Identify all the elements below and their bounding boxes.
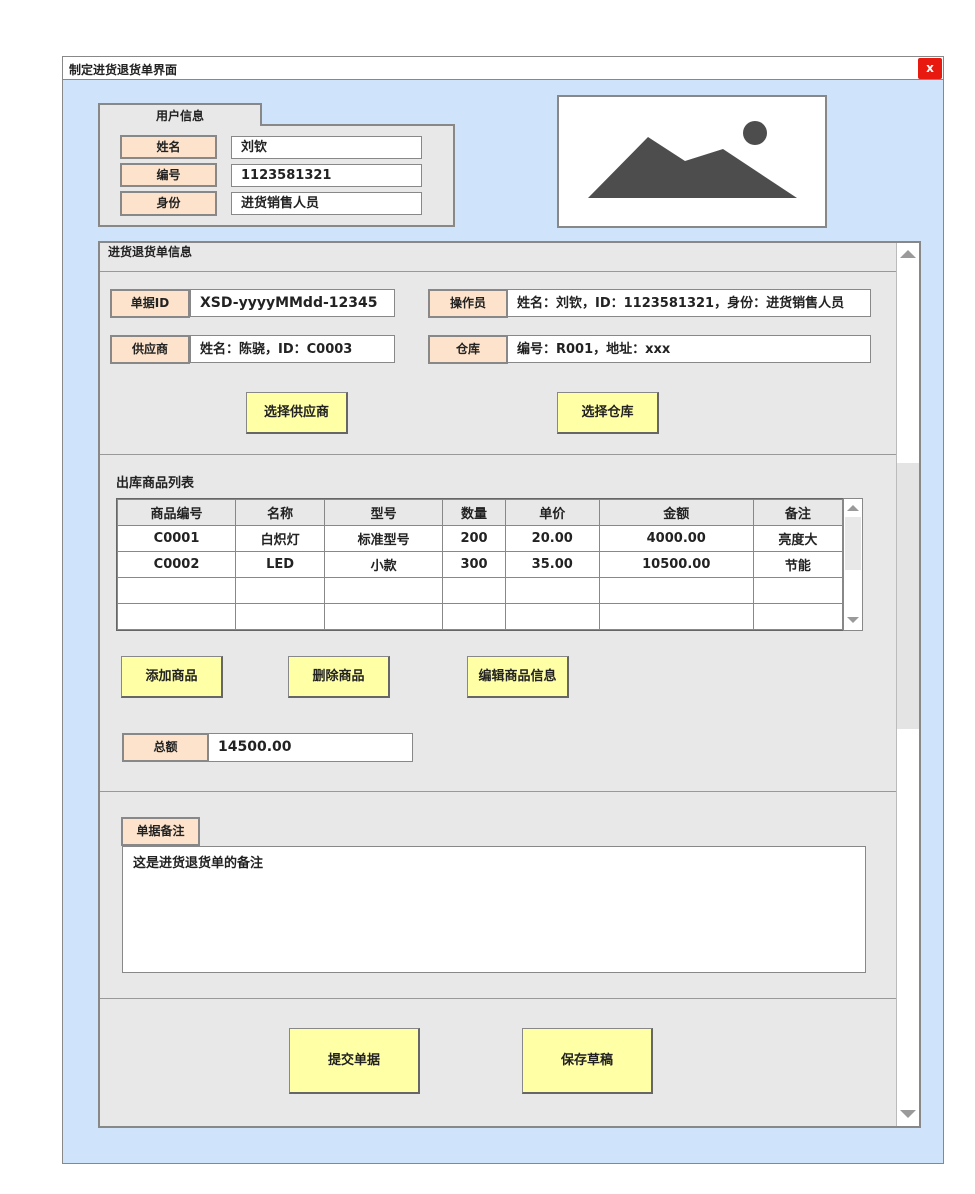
table-cell — [324, 603, 444, 630]
select-warehouse-button[interactable]: 选择仓库 — [557, 392, 659, 434]
role-field[interactable]: 进货销售人员 — [231, 192, 422, 215]
id-field[interactable]: 1123581321 — [231, 164, 422, 187]
table-cell: 小款 — [324, 551, 444, 578]
divider — [100, 791, 896, 792]
table-header-row: 商品编号 名称 型号 数量 单价 金额 备注 — [116, 499, 844, 526]
table-cell: 白炽灯 — [235, 525, 326, 552]
divider — [100, 998, 896, 999]
column-header[interactable]: 金额 — [598, 499, 754, 526]
table-scroll-down-icon[interactable] — [847, 617, 859, 623]
table-row[interactable]: C0001 白炽灯 标准型号 200 20.00 4000.00 亮度大 — [116, 525, 844, 552]
total-label: 总额 — [122, 733, 209, 762]
table-row[interactable] — [116, 577, 844, 604]
table-cell: 10500.00 — [598, 551, 754, 578]
title-bar — [63, 57, 943, 80]
column-header[interactable]: 名称 — [235, 499, 326, 526]
table-cell: 35.00 — [504, 551, 600, 578]
table-cell: LED — [235, 551, 326, 578]
table-row[interactable] — [116, 603, 844, 630]
operator-label: 操作员 — [428, 289, 508, 318]
total-field: 14500.00 — [208, 733, 413, 762]
user-info-tab: 用户信息 — [98, 103, 262, 126]
section-title: 进货退货单信息 — [108, 245, 193, 259]
select-supplier-button[interactable]: 选择供应商 — [246, 392, 348, 434]
table-cell: C0002 — [116, 551, 237, 578]
table-cell — [752, 577, 844, 604]
receipt-id-label: 单据ID — [110, 289, 190, 318]
receipt-id-field[interactable]: XSD-yyyyMMdd-12345 — [190, 289, 395, 317]
table-cell: 亮度大 — [752, 525, 844, 552]
image-icon — [588, 121, 797, 198]
table-cell — [442, 577, 506, 604]
goods-list-title: 出库商品列表 — [116, 476, 195, 491]
window-title: 制定进货退货单界面 — [69, 63, 178, 77]
table-cell — [598, 603, 754, 630]
table-cell — [752, 603, 844, 630]
warehouse-label: 仓库 — [428, 335, 508, 364]
submit-button[interactable]: 提交单据 — [289, 1028, 420, 1094]
operator-field[interactable]: 姓名：刘钦，ID：1123581321，身份：进货销售人员 — [507, 289, 871, 317]
table-cell: 300 — [442, 551, 506, 578]
close-button[interactable]: x — [918, 58, 942, 79]
table-cell — [442, 603, 506, 630]
column-header[interactable]: 型号 — [324, 499, 444, 526]
memo-textarea[interactable]: 这是进货退货单的备注 — [122, 846, 866, 973]
divider — [100, 271, 896, 272]
table-cell — [235, 603, 326, 630]
column-header[interactable]: 备注 — [752, 499, 844, 526]
column-header[interactable]: 单价 — [504, 499, 600, 526]
supplier-label: 供应商 — [110, 335, 190, 364]
scroll-down-icon[interactable] — [900, 1110, 916, 1118]
divider — [100, 454, 896, 455]
supplier-field[interactable]: 姓名：陈骁，ID：C0003 — [190, 335, 395, 363]
goods-table: 商品编号 名称 型号 数量 单价 金额 备注 C0001 白炽灯 标准型号 20… — [116, 499, 844, 630]
table-scrollbar-thumb[interactable] — [845, 517, 861, 570]
table-cell: 节能 — [752, 551, 844, 578]
column-header[interactable]: 数量 — [442, 499, 506, 526]
table-cell — [598, 577, 754, 604]
panel-scrollbar-thumb[interactable] — [897, 463, 919, 729]
add-goods-button[interactable]: 添加商品 — [121, 656, 223, 698]
table-cell — [116, 603, 237, 630]
column-header[interactable]: 商品编号 — [116, 499, 237, 526]
table-cell: 4000.00 — [598, 525, 754, 552]
table-cell: 标准型号 — [324, 525, 444, 552]
name-field[interactable]: 刘钦 — [231, 136, 422, 159]
scroll-up-icon[interactable] — [900, 250, 916, 258]
table-cell — [324, 577, 444, 604]
table-cell: 200 — [442, 525, 506, 552]
id-label: 编号 — [120, 163, 217, 187]
table-cell — [504, 603, 600, 630]
table-cell — [235, 577, 326, 604]
edit-goods-button[interactable]: 编辑商品信息 — [467, 656, 569, 698]
avatar-image-placeholder — [557, 95, 827, 228]
table-cell: C0001 — [116, 525, 237, 552]
table-cell: 20.00 — [504, 525, 600, 552]
memo-label: 单据备注 — [121, 817, 200, 846]
table-cell — [504, 577, 600, 604]
warehouse-field[interactable]: 编号：R001，地址：xxx — [507, 335, 871, 363]
role-label: 身份 — [120, 191, 217, 216]
name-label: 姓名 — [120, 135, 217, 159]
table-row[interactable]: C0002 LED 小款 300 35.00 10500.00 节能 — [116, 551, 844, 578]
table-scroll-up-icon[interactable] — [847, 505, 859, 511]
save-draft-button[interactable]: 保存草稿 — [522, 1028, 653, 1094]
table-cell — [116, 577, 237, 604]
delete-goods-button[interactable]: 删除商品 — [288, 656, 390, 698]
